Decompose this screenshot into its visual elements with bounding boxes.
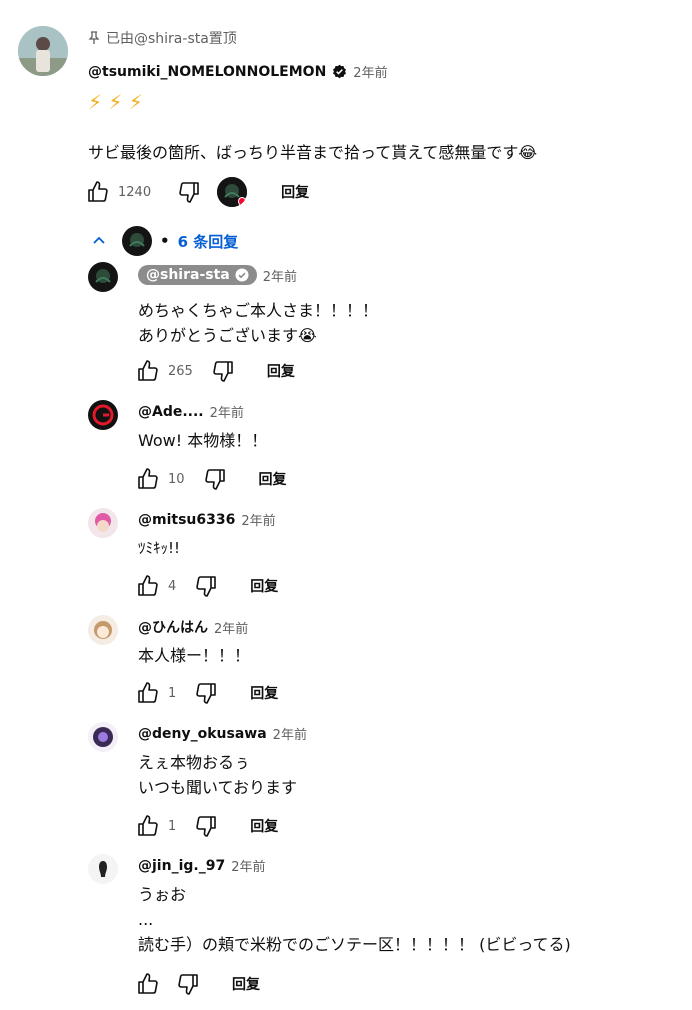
verified-icon [333, 64, 347, 79]
reply-author-name[interactable]: @Ade.... [138, 404, 204, 420]
reply-time[interactable]: 2年前 [263, 266, 297, 285]
dislike-button[interactable] [177, 180, 201, 204]
like-button[interactable] [136, 359, 160, 383]
reply-text: うぉお ... 読む手）の頬で米粉でのごソテー区！！！！！ (ビビってる) [138, 885, 571, 954]
reply-author-name[interactable]: @jin_ig._97 [138, 858, 225, 874]
dislike-button[interactable] [176, 972, 200, 996]
heart-icon [238, 197, 248, 207]
pinned-author-name[interactable]: @tsumiki_NOMELONNOLEMON [88, 64, 326, 80]
reply-button[interactable]: 回复 [267, 361, 295, 381]
dislike-button[interactable] [194, 574, 218, 598]
chevron-up-icon [93, 236, 105, 244]
reply-text: 本人様ー！！！ [138, 646, 251, 665]
reply-header: @shira-sta 2年前 [138, 265, 297, 285]
reply-header: @mitsu6336 2年前 [138, 510, 276, 530]
reply-header: @jin_ig._97 2年前 [138, 856, 265, 876]
separator-dot: • [160, 232, 170, 250]
like-count: 1 [168, 818, 177, 834]
reply-author-avatar[interactable] [88, 400, 118, 430]
reply-button[interactable]: 回复 [250, 816, 278, 836]
dislike-button[interactable] [203, 467, 227, 491]
pinned-emoji-line: ⚡ ⚡ ⚡ [88, 90, 143, 114]
dislike-button[interactable] [194, 681, 218, 705]
reply-author-avatar[interactable] [88, 854, 118, 884]
like-button[interactable] [136, 681, 160, 705]
like-button[interactable] [136, 972, 160, 996]
reply-author-name[interactable]: @mitsu6336 [138, 512, 235, 528]
reply-text: ﾂﾐｷｯ!! [138, 539, 181, 557]
replies-toggle[interactable]: • 6 条回复 [90, 226, 238, 256]
reply-author-avatar[interactable] [88, 508, 118, 538]
replier-avatar [122, 226, 152, 256]
reply-actions: 1 回复 [136, 813, 278, 839]
reply-text: めちゃくちゃご本人さま！！！！ ありがとうございます😭 [138, 301, 379, 345]
reply-time[interactable]: 2年前 [273, 724, 307, 743]
reply-time[interactable]: 2年前 [214, 618, 248, 637]
like-button[interactable] [136, 574, 160, 598]
reply-time[interactable]: 2年前 [210, 402, 244, 421]
verified-icon [235, 268, 249, 282]
reply-actions: 1 回复 [136, 680, 278, 706]
pinned-actions: 1240 回复 [86, 177, 309, 207]
reply-button[interactable]: 回复 [259, 469, 287, 489]
pinned-text: 已由@shira-sta置顶 [106, 31, 237, 47]
reply-author-avatar[interactable] [88, 615, 118, 645]
like-count: 1 [168, 685, 177, 701]
pinned-comment-text: サビ最後の箇所、ばっちり半音まで拾って貰えて感無量です😂 [88, 143, 538, 162]
reply-button[interactable]: 回复 [281, 182, 309, 202]
like-count: 10 [168, 471, 185, 487]
reply-time[interactable]: 2年前 [241, 510, 275, 529]
reply-author-avatar[interactable] [88, 722, 118, 752]
pinned-author-avatar[interactable] [18, 26, 68, 76]
like-button[interactable] [136, 467, 160, 491]
reply-header: @deny_okusawa 2年前 [138, 724, 307, 744]
reply-actions: 265 回复 [136, 358, 295, 384]
reply-header: @Ade.... 2年前 [138, 402, 244, 422]
reply-button[interactable]: 回复 [250, 576, 278, 596]
pinned-indicator: 已由@shira-sta置顶 [88, 28, 237, 48]
replies-count-label: 6 条回复 [177, 232, 239, 251]
pin-icon [88, 31, 100, 44]
dislike-button[interactable] [194, 814, 218, 838]
creator-heart-badge [217, 177, 248, 207]
pinned-comment-header: @tsumiki_NOMELONNOLEMON 2年前 [88, 62, 388, 82]
pinned-comment-time[interactable]: 2年前 [353, 62, 387, 81]
reply-button[interactable]: 回复 [232, 974, 260, 994]
reply-text: えぇ本物おるぅ いつも聞いております [138, 753, 298, 797]
like-button[interactable] [86, 180, 110, 204]
like-button[interactable] [136, 814, 160, 838]
reply-author-name: @shira-sta [146, 267, 230, 283]
reply-time[interactable]: 2年前 [231, 856, 265, 875]
dislike-button[interactable] [211, 359, 235, 383]
like-count: 265 [168, 363, 193, 379]
reply-actions: 4 回复 [136, 573, 278, 599]
creator-name-chip[interactable]: @shira-sta [138, 265, 257, 285]
like-count: 1240 [118, 184, 152, 200]
reply-header: @ひんはん 2年前 [138, 617, 248, 637]
reply-button[interactable]: 回复 [250, 683, 278, 703]
reply-text: Wow! 本物様！！ [138, 431, 268, 450]
reply-actions: 回复 [136, 971, 260, 997]
reply-author-avatar[interactable] [88, 262, 118, 292]
like-count: 4 [168, 578, 177, 594]
reply-author-name[interactable]: @deny_okusawa [138, 726, 267, 742]
reply-author-name[interactable]: @ひんはん [138, 617, 208, 637]
reply-actions: 10 回复 [136, 466, 287, 492]
